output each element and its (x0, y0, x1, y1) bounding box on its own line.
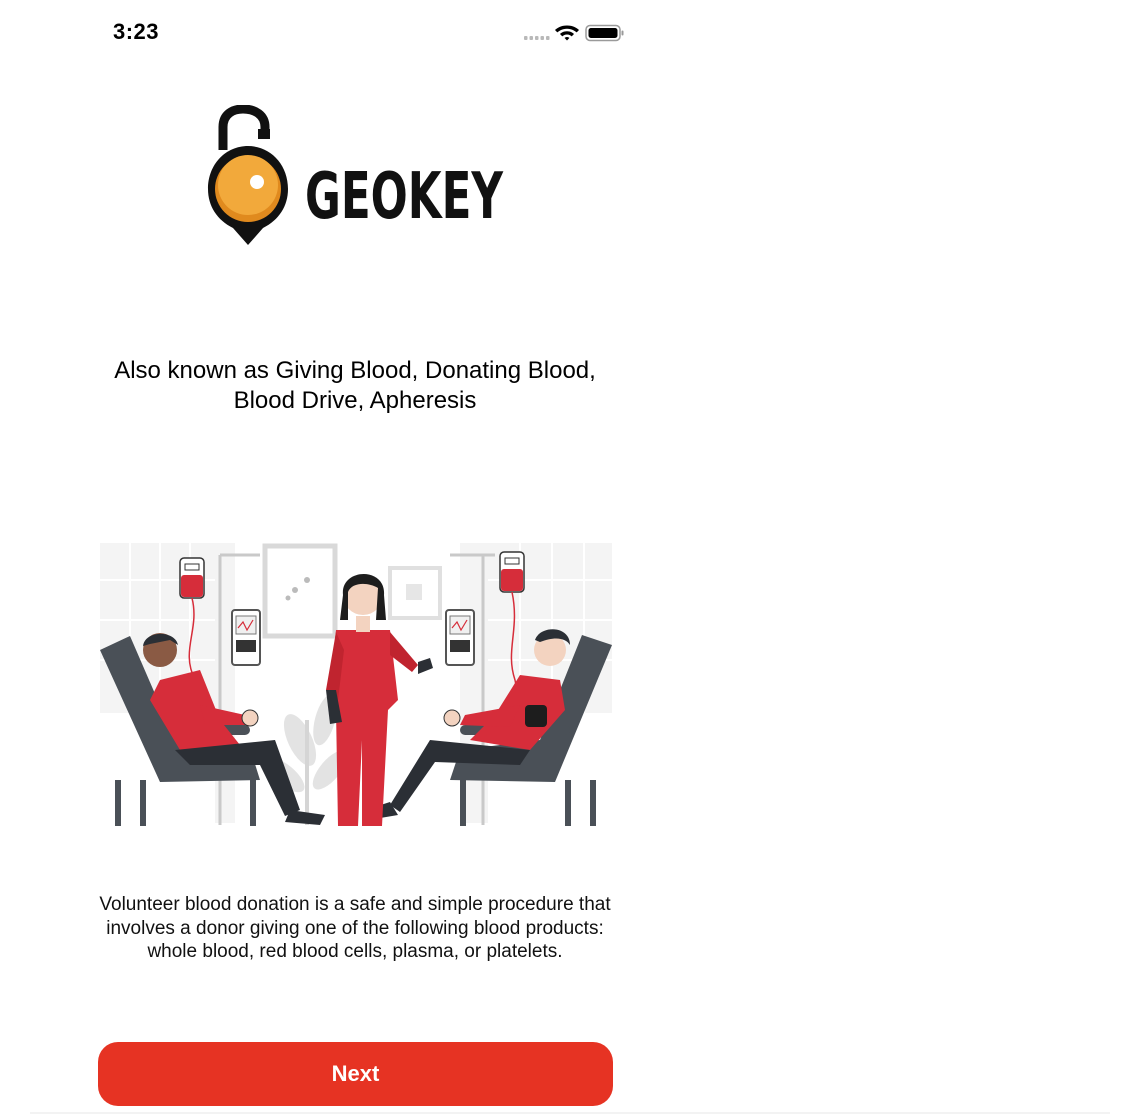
monitor-right (445, 609, 475, 666)
description-text: Volunteer blood donation is a safe and s… (99, 894, 611, 962)
logo-brand-text: GEOKEY (305, 160, 503, 234)
monitor-left (231, 609, 261, 666)
next-button[interactable]: Next (98, 1042, 613, 1106)
geokey-logo: GEOKEY (205, 104, 515, 250)
onboarding-screen: 3:23 GEOKEY Also known as Giving Blood, … (0, 0, 1142, 1116)
battery-icon (585, 24, 624, 42)
status-icons (524, 24, 624, 42)
blood-donation-illustration (100, 540, 612, 826)
wifi-icon (555, 25, 579, 41)
cellular-signal-icon (524, 36, 550, 40)
status-time: 3:23 (113, 19, 160, 44)
headline-line-2: Blood Drive, Apheresis (233, 387, 477, 414)
home-indicator-divider (30, 1112, 1110, 1114)
padlock-location-pin-icon (208, 104, 288, 245)
headline: Also known as Giving Blood, Donating Blo… (70, 356, 640, 416)
headline-line-1: Also known as Giving Blood, Donating Blo… (114, 357, 596, 384)
